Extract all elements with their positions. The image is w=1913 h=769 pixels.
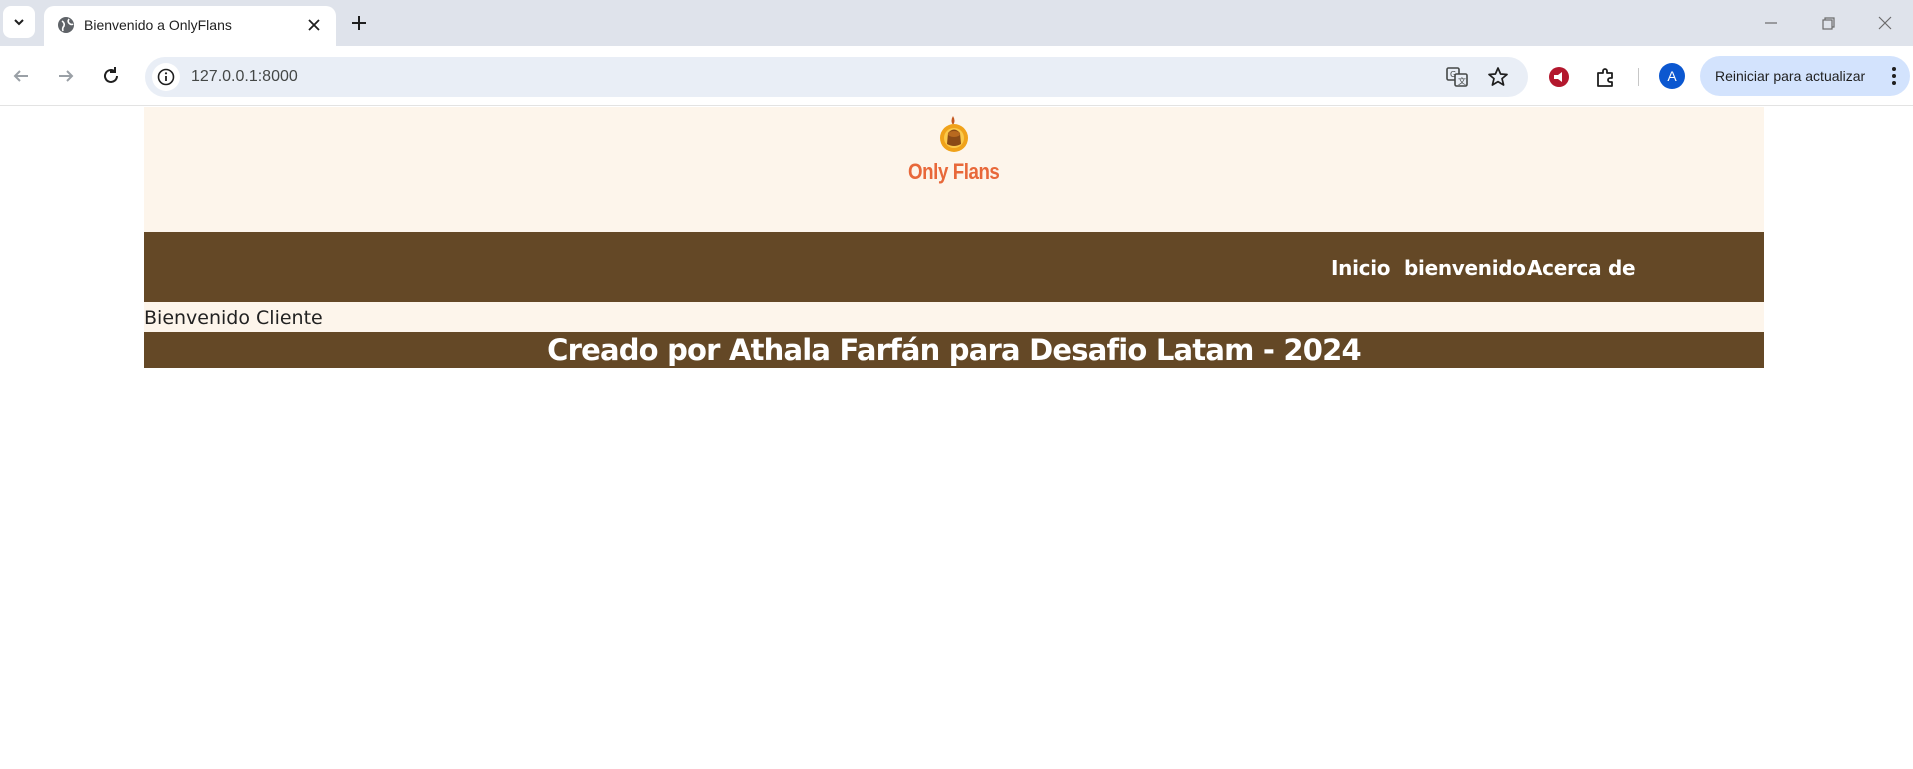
tab-title: Bienvenido a OnlyFlans [84,17,232,33]
tab-strip: Bienvenido a OnlyFlans [0,0,1913,46]
welcome-section: Bienvenido Cliente [144,302,1764,332]
profile-avatar[interactable]: A [1659,63,1685,89]
welcome-text: Bienvenido Cliente [144,307,323,329]
forward-arrow-icon[interactable] [53,63,79,89]
back-arrow-icon[interactable] [8,63,34,89]
extensions-puzzle-icon[interactable] [1593,64,1619,90]
globe-icon [58,17,74,33]
reload-icon[interactable] [98,63,124,89]
site-navbar: Inicio bienvenido Acerca de [144,232,1764,302]
nav-link-inicio[interactable]: Inicio [1331,256,1390,280]
site-header: Only Flans [144,107,1764,232]
translate-icon[interactable]: G 文 [1445,65,1469,89]
svg-text:G: G [1450,70,1456,79]
new-tab-plus-icon[interactable] [346,10,372,36]
more-vert-icon[interactable] [1882,64,1906,88]
site-footer: Creado por Athala Farfán para Desafio La… [144,332,1764,368]
restart-to-update-button[interactable]: Reiniciar para actualizar [1700,56,1910,96]
window-close-icon[interactable] [1872,10,1898,36]
nav-link-acerca-de[interactable]: Acerca de [1527,256,1636,280]
nav-link-bienvenido[interactable]: bienvenido [1404,256,1526,280]
address-bar[interactable]: 127.0.0.1:8000 G 文 [145,57,1528,97]
minimize-icon[interactable] [1758,10,1784,36]
footer-text: Creado por Athala Farfán para Desafio La… [547,333,1362,367]
browser-toolbar: 127.0.0.1:8000 G 文 A Reiniciar para actu… [0,46,1913,106]
close-icon[interactable] [304,15,324,35]
svg-text:文: 文 [1458,76,1466,86]
page-viewport: Only Flans Inicio bienvenido Acerca de B… [0,107,1913,769]
extension-record-icon[interactable] [1546,64,1572,90]
logo-text: Only Flans [908,159,1000,184]
url-text: 127.0.0.1:8000 [191,68,298,85]
flan-logo-icon [940,116,968,152]
active-tab[interactable]: Bienvenido a OnlyFlans [44,6,336,46]
site-info-icon[interactable] [152,63,180,91]
restore-icon[interactable] [1815,10,1841,36]
toolbar-divider [1638,68,1639,86]
chevron-down-icon [14,19,24,26]
tab-search-button[interactable] [3,6,35,38]
site-logo[interactable]: Only Flans [892,113,1016,223]
bookmark-star-icon[interactable] [1486,65,1510,89]
update-button-label: Reiniciar para actualizar [1715,68,1866,84]
